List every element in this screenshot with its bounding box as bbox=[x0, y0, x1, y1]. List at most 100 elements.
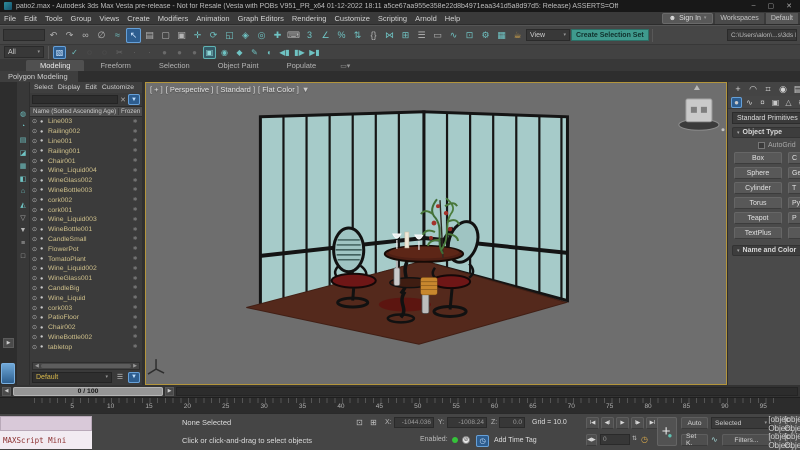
primitive-button[interactable]: P bbox=[788, 212, 800, 224]
orbit-icon[interactable]: [object Object] bbox=[790, 433, 800, 448]
scene-object-row[interactable]: ⊙ ● Railing001 ✱ bbox=[30, 146, 142, 156]
ref-coord-select[interactable]: View▾ bbox=[526, 29, 570, 41]
primitive-button[interactable]: Pyr bbox=[788, 197, 800, 209]
keyboard-override-icon[interactable]: ⌨ bbox=[286, 28, 301, 43]
macro-recorder-field[interactable] bbox=[0, 416, 92, 431]
time-slider-track[interactable] bbox=[176, 387, 798, 396]
object-name[interactable]: CandleSmall bbox=[48, 236, 128, 243]
scene-object-row[interactable]: ⊙ ● Chair002 ✱ bbox=[30, 323, 142, 333]
rollout-object-type[interactable]: ▾ Object Type bbox=[732, 127, 800, 138]
playback-button[interactable]: I▶ bbox=[631, 417, 644, 429]
search-input[interactable] bbox=[32, 95, 118, 104]
explorer-lock-icon[interactable]: ◔ bbox=[18, 121, 29, 132]
modify-tab-icon[interactable]: ◠ bbox=[747, 83, 759, 95]
scene-object-row[interactable]: ⊙ ● WineBottle003 ✱ bbox=[30, 186, 142, 196]
spacewarps-category-icon[interactable]: ≋ bbox=[796, 97, 800, 108]
primitive-category-select[interactable]: Standard Primitives▾ bbox=[732, 112, 800, 124]
column-frozen[interactable]: Frozen bbox=[118, 108, 142, 115]
primitive-button[interactable]: T bbox=[788, 182, 800, 194]
scene-object-row[interactable]: ⊙ ● Wine_Liquid002 ✱ bbox=[30, 264, 142, 274]
visibility-eye-icon[interactable]: ⊙ bbox=[32, 275, 40, 282]
frozen-toggle-icon[interactable]: ✱ bbox=[128, 197, 142, 203]
add-time-tag[interactable]: Add Time Tag bbox=[494, 437, 537, 444]
create-selection-set-select[interactable]: Create Selection Set bbox=[571, 29, 649, 41]
object-name[interactable]: Wine_Liquid004 bbox=[48, 167, 128, 174]
visibility-eye-icon[interactable]: ⊙ bbox=[32, 118, 40, 125]
percent-snap-icon[interactable]: % bbox=[334, 28, 349, 43]
column-name[interactable]: Name (Sorted Ascending Age) bbox=[30, 108, 118, 115]
workspace-select[interactable]: Default bbox=[766, 13, 798, 24]
ribbon-tab[interactable]: Object Paint bbox=[204, 60, 273, 71]
frozen-toggle-icon[interactable]: ✱ bbox=[128, 148, 142, 154]
scene-object-row[interactable]: ⊙ ● cork002 ✱ bbox=[30, 195, 142, 205]
named-selection-sets-icon[interactable]: {} bbox=[366, 28, 381, 43]
visibility-eye-icon[interactable]: ⊙ bbox=[32, 314, 40, 321]
enabled-green-indicator[interactable] bbox=[452, 437, 458, 443]
scene-object-row[interactable]: ⊙ ● Chair001 ✱ bbox=[30, 156, 142, 166]
primitive-button[interactable]: TextPlus bbox=[734, 227, 782, 239]
angle-snap-icon[interactable]: ∠ bbox=[318, 28, 333, 43]
explorer-materials-icon[interactable]: □ bbox=[18, 251, 29, 262]
tab-modeling[interactable]: Modeling bbox=[26, 60, 84, 71]
menu-item[interactable]: Edit bbox=[20, 14, 41, 23]
frozen-toggle-icon[interactable]: ✱ bbox=[128, 344, 142, 350]
object-name[interactable]: TomatoPlant bbox=[48, 256, 128, 263]
autogrid-checkbox[interactable]: AutoGrid bbox=[758, 142, 800, 149]
bind-spacewarp-icon[interactable]: ≈ bbox=[110, 28, 125, 43]
visibility-eye-icon[interactable]: ⊙ bbox=[32, 324, 40, 331]
visibility-eye-icon[interactable]: ⊙ bbox=[32, 226, 40, 233]
x-coordinate-field[interactable]: -1044.036 bbox=[394, 417, 434, 428]
snaps-toggle-icon[interactable]: 3 bbox=[302, 28, 317, 43]
polygon-modeling-panel[interactable]: Polygon Modeling bbox=[0, 71, 78, 82]
frozen-toggle-icon[interactable]: ✱ bbox=[128, 276, 142, 282]
object-name[interactable]: Line003 bbox=[48, 118, 128, 125]
visibility-eye-icon[interactable]: ⊙ bbox=[32, 207, 40, 214]
shapes-category-icon[interactable]: ∿ bbox=[744, 97, 755, 108]
unlink-selection-icon[interactable]: ∅ bbox=[94, 28, 109, 43]
object-name[interactable]: cork002 bbox=[48, 197, 128, 204]
playback-button[interactable]: ◀I bbox=[601, 417, 614, 429]
set-keys-button[interactable]: +● bbox=[657, 417, 677, 446]
project-path-field[interactable]: C:\Users\alon\...s\3ds Max 2... bbox=[727, 29, 797, 41]
visibility-eye-icon[interactable]: ⊙ bbox=[32, 216, 40, 223]
frozen-toggle-icon[interactable]: ✱ bbox=[128, 178, 142, 184]
sphere-level-icon-1[interactable]: ● bbox=[158, 46, 171, 59]
primitive-button[interactable]: Box bbox=[734, 152, 782, 164]
menu-item[interactable]: Create bbox=[123, 14, 154, 23]
frozen-toggle-icon[interactable]: ✱ bbox=[128, 207, 142, 213]
rect-selection-region-icon[interactable]: ▢ bbox=[158, 28, 173, 43]
frozen-toggle-icon[interactable]: ✱ bbox=[128, 138, 142, 144]
scene-object-row[interactable]: ⊙ ● FlowerPot ✱ bbox=[30, 244, 142, 254]
menu-item[interactable]: Modifiers bbox=[154, 14, 192, 23]
explorer-cameras-icon[interactable]: ⌂ bbox=[18, 186, 29, 197]
visibility-eye-icon[interactable]: ⊙ bbox=[32, 187, 40, 194]
menu-item[interactable]: Graph Editors bbox=[234, 14, 288, 23]
object-name[interactable]: Chair001 bbox=[48, 158, 128, 165]
object-name[interactable]: Wine_Liquid bbox=[48, 295, 128, 302]
visibility-eye-icon[interactable]: ⊙ bbox=[32, 128, 40, 135]
primitive-button[interactable]: Sphere bbox=[734, 167, 782, 179]
sign-in-button[interactable]: ☻ Sign In ▾ bbox=[662, 13, 714, 24]
redo-icon[interactable]: ↷ bbox=[62, 28, 77, 43]
annotate-pen-icon[interactable]: ✎ bbox=[248, 46, 261, 59]
absolute-offset-mode-icon[interactable]: ⊞ bbox=[370, 418, 377, 427]
workspaces-button[interactable]: Workspaces bbox=[715, 13, 763, 24]
next-frame-icon[interactable]: ▶ bbox=[165, 387, 174, 396]
rollout-name-and-color[interactable]: ▾ Name and Color bbox=[732, 245, 800, 256]
frozen-toggle-icon[interactable]: ✱ bbox=[128, 187, 142, 193]
object-name[interactable]: Wine_Liquid002 bbox=[48, 265, 128, 272]
maximize-button[interactable]: ▢ bbox=[768, 2, 775, 10]
schematic-view-icon[interactable]: ⊡ bbox=[462, 28, 477, 43]
primitive-button[interactable]: Cylinder bbox=[734, 182, 782, 194]
select-move-icon[interactable]: ✛ bbox=[190, 28, 205, 43]
wine-glasses[interactable] bbox=[393, 232, 423, 250]
ribbon-tab[interactable]: Populate bbox=[273, 60, 331, 71]
snap-axis-icon[interactable]: ▧ bbox=[53, 46, 66, 59]
menu-item[interactable]: Animation bbox=[192, 14, 233, 23]
primitive-button[interactable] bbox=[788, 227, 800, 239]
y-coordinate-field[interactable]: -1008.24 bbox=[447, 417, 487, 428]
menu-item[interactable]: Customize bbox=[330, 14, 373, 23]
horizontal-scrollbar[interactable]: ◀ ▶ bbox=[32, 362, 140, 370]
prev-sibling-icon[interactable]: ◀▮ bbox=[278, 46, 291, 59]
select-object-icon[interactable]: ↖ bbox=[126, 28, 141, 43]
